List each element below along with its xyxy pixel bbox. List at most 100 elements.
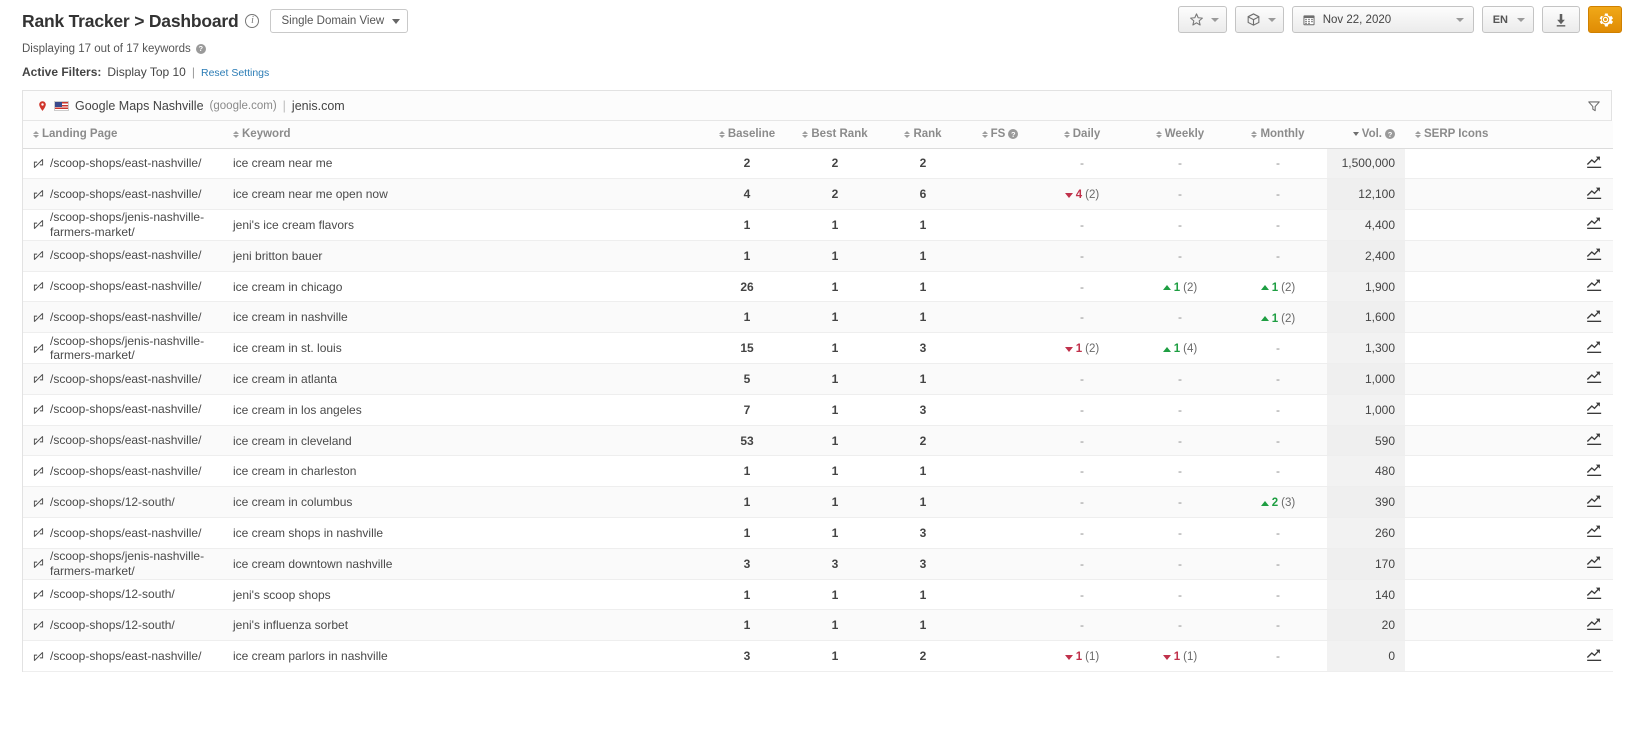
cell-serp-icons[interactable] — [1405, 179, 1613, 210]
col-header-baseline[interactable]: Baseline — [703, 121, 791, 148]
cell-landing-page[interactable]: /scoop-shops/east-nashville/ — [23, 518, 223, 549]
cell-keyword[interactable]: ice cream in chicago — [223, 271, 703, 302]
cell-keyword[interactable]: ice cream near me open now — [223, 179, 703, 210]
cell-serp-icons[interactable] — [1405, 271, 1613, 302]
table-row[interactable]: /scoop-shops/east-nashville/ice cream ne… — [23, 148, 1613, 179]
cell-serp-icons[interactable] — [1405, 610, 1613, 641]
external-link-icon[interactable] — [33, 558, 44, 569]
table-row[interactable]: /scoop-shops/12-south/jeni's influenza s… — [23, 610, 1613, 641]
external-link-icon[interactable] — [33, 219, 44, 230]
cell-serp-icons[interactable] — [1405, 456, 1613, 487]
cell-serp-icons[interactable] — [1405, 579, 1613, 610]
external-link-icon[interactable] — [33, 189, 44, 200]
trend-arrow-icon[interactable] — [1586, 523, 1603, 539]
cell-keyword[interactable]: ice cream in atlanta — [223, 364, 703, 395]
table-row[interactable]: /scoop-shops/east-nashville/ice cream in… — [23, 302, 1613, 333]
external-link-icon[interactable] — [33, 497, 44, 508]
cell-serp-icons[interactable] — [1405, 518, 1613, 549]
trend-arrow-icon[interactable] — [1586, 339, 1603, 355]
cell-landing-page[interactable]: /scoop-shops/east-nashville/ — [23, 425, 223, 456]
view-mode-select[interactable]: Single Domain View — [270, 9, 408, 33]
col-header-daily[interactable]: Daily — [1033, 121, 1131, 148]
trend-arrow-icon[interactable] — [1586, 277, 1603, 293]
date-picker[interactable]: Nov 22, 2020 — [1292, 6, 1474, 33]
external-link-icon[interactable] — [33, 527, 44, 538]
cell-landing-page[interactable]: /scoop-shops/east-nashville/ — [23, 271, 223, 302]
help-icon[interactable]: ? — [196, 44, 206, 54]
external-link-icon[interactable] — [33, 281, 44, 292]
col-header-best-rank[interactable]: Best Rank — [791, 121, 879, 148]
cell-serp-icons[interactable] — [1405, 487, 1613, 518]
cell-keyword[interactable]: ice cream in charleston — [223, 456, 703, 487]
cell-serp-icons[interactable] — [1405, 240, 1613, 271]
table-row[interactable]: /scoop-shops/east-nashville/jeni britton… — [23, 240, 1613, 271]
trend-arrow-icon[interactable] — [1586, 308, 1603, 324]
col-header-vol[interactable]: Vol. ? — [1327, 121, 1405, 148]
cell-landing-page[interactable]: /scoop-shops/12-south/ — [23, 487, 223, 518]
trend-arrow-icon[interactable] — [1586, 215, 1603, 231]
external-link-icon[interactable] — [33, 651, 44, 662]
external-link-icon[interactable] — [33, 620, 44, 631]
trend-arrow-icon[interactable] — [1586, 585, 1603, 601]
cell-keyword[interactable]: jeni's influenza sorbet — [223, 610, 703, 641]
col-header-fs[interactable]: FS ? — [967, 121, 1033, 148]
table-row[interactable]: /scoop-shops/east-nashville/ice cream ne… — [23, 179, 1613, 210]
trend-arrow-icon[interactable] — [1586, 493, 1603, 509]
cell-serp-icons[interactable] — [1405, 210, 1613, 241]
table-row[interactable]: /scoop-shops/east-nashville/ice cream pa… — [23, 641, 1613, 672]
cell-landing-page[interactable]: /scoop-shops/jenis-nashville-farmers-mar… — [23, 548, 223, 579]
external-link-icon[interactable] — [33, 466, 44, 477]
external-link-icon[interactable] — [33, 312, 44, 323]
trend-arrow-icon[interactable] — [1586, 369, 1603, 385]
external-link-icon[interactable] — [33, 343, 44, 354]
language-select[interactable]: EN — [1482, 6, 1534, 33]
cell-serp-icons[interactable] — [1405, 364, 1613, 395]
cell-landing-page[interactable]: /scoop-shops/12-south/ — [23, 579, 223, 610]
table-row[interactable]: /scoop-shops/east-nashville/ice cream in… — [23, 425, 1613, 456]
trend-arrow-icon[interactable] — [1586, 246, 1603, 262]
external-link-icon[interactable] — [33, 373, 44, 384]
table-row[interactable]: /scoop-shops/12-south/jeni's scoop shops… — [23, 579, 1613, 610]
cell-keyword[interactable]: ice cream parlors in nashville — [223, 641, 703, 672]
col-header-weekly[interactable]: Weekly — [1131, 121, 1229, 148]
cell-serp-icons[interactable] — [1405, 641, 1613, 672]
external-link-icon[interactable] — [33, 158, 44, 169]
cell-landing-page[interactable]: /scoop-shops/east-nashville/ — [23, 456, 223, 487]
table-row[interactable]: /scoop-shops/east-nashville/ice cream sh… — [23, 518, 1613, 549]
external-link-icon[interactable] — [33, 589, 44, 600]
cell-keyword[interactable]: jeni's scoop shops — [223, 579, 703, 610]
cell-landing-page[interactable]: /scoop-shops/east-nashville/ — [23, 641, 223, 672]
favorites-button[interactable] — [1178, 6, 1227, 33]
external-link-icon[interactable] — [33, 435, 44, 446]
cell-serp-icons[interactable] — [1405, 425, 1613, 456]
info-icon[interactable]: i — [245, 14, 259, 28]
external-link-icon[interactable] — [33, 250, 44, 261]
cell-landing-page[interactable]: /scoop-shops/east-nashville/ — [23, 179, 223, 210]
cell-keyword[interactable]: jeni britton bauer — [223, 240, 703, 271]
table-row[interactable]: /scoop-shops/jenis-nashville-farmers-mar… — [23, 333, 1613, 364]
cell-keyword[interactable]: jeni's ice cream flavors — [223, 210, 703, 241]
table-row[interactable]: /scoop-shops/jenis-nashville-farmers-mar… — [23, 548, 1613, 579]
col-header-landing-page[interactable]: Landing Page — [23, 121, 223, 148]
col-header-monthly[interactable]: Monthly — [1229, 121, 1327, 148]
settings-button[interactable] — [1588, 6, 1622, 33]
cell-keyword[interactable]: ice cream in st. louis — [223, 333, 703, 364]
cell-serp-icons[interactable] — [1405, 333, 1613, 364]
external-link-icon[interactable] — [33, 404, 44, 415]
cell-keyword[interactable]: ice cream shops in nashville — [223, 518, 703, 549]
trend-arrow-icon[interactable] — [1586, 647, 1603, 663]
cell-serp-icons[interactable] — [1405, 148, 1613, 179]
download-button[interactable] — [1542, 6, 1580, 33]
cell-keyword[interactable]: ice cream in nashville — [223, 302, 703, 333]
cell-serp-icons[interactable] — [1405, 302, 1613, 333]
cell-landing-page[interactable]: /scoop-shops/jenis-nashville-farmers-mar… — [23, 333, 223, 364]
cell-landing-page[interactable]: /scoop-shops/12-south/ — [23, 610, 223, 641]
trend-arrow-icon[interactable] — [1586, 616, 1603, 632]
cell-keyword[interactable]: ice cream downtown nashville — [223, 548, 703, 579]
cell-keyword[interactable]: ice cream near me — [223, 148, 703, 179]
table-row[interactable]: /scoop-shops/jenis-nashville-farmers-mar… — [23, 210, 1613, 241]
table-row[interactable]: /scoop-shops/12-south/ice cream in colum… — [23, 487, 1613, 518]
cell-landing-page[interactable]: /scoop-shops/east-nashville/ — [23, 240, 223, 271]
funnel-icon[interactable] — [1587, 99, 1601, 113]
cell-landing-page[interactable]: /scoop-shops/east-nashville/ — [23, 302, 223, 333]
